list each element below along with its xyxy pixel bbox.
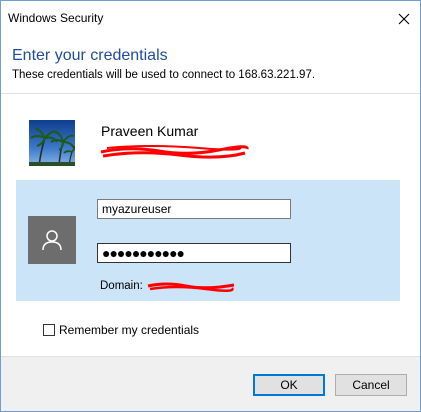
password-field[interactable]: ●●●●●●●●●●● [97,243,291,263]
window-title: Windows Security [8,11,104,25]
close-button[interactable] [388,1,420,37]
title-bar[interactable]: Windows Security [1,1,420,37]
cancel-button[interactable]: Cancel [335,374,407,396]
domain-redaction-scribble [147,282,235,292]
ok-button[interactable]: OK [253,374,325,396]
dialog-heading: Enter your credentials [12,47,168,64]
user-silhouette-icon [42,230,62,251]
header-divider [1,93,420,94]
palm-tree-avatar-icon [29,120,75,166]
dialog-subheading: These credentials will be used to connec… [12,69,316,81]
account-name: Praveen Kumar [101,123,199,139]
saved-account-option[interactable]: Praveen Kumar [29,120,389,168]
credential-entry-panel: ●●●●●●●●●●● Domain: [16,180,400,301]
username-field[interactable] [97,199,291,219]
button-footer: OK Cancel [1,356,420,411]
redaction-scribble [100,145,249,159]
credentials-dialog: Windows Security Enter your credentials … [0,0,421,412]
user-tile [28,216,76,264]
checkbox[interactable] [43,324,55,336]
remember-label: Remember my credentials [59,323,200,337]
domain-label: Domain: [100,280,143,292]
close-icon [398,13,410,25]
remember-credentials-checkbox[interactable]: Remember my credentials [43,323,199,337]
